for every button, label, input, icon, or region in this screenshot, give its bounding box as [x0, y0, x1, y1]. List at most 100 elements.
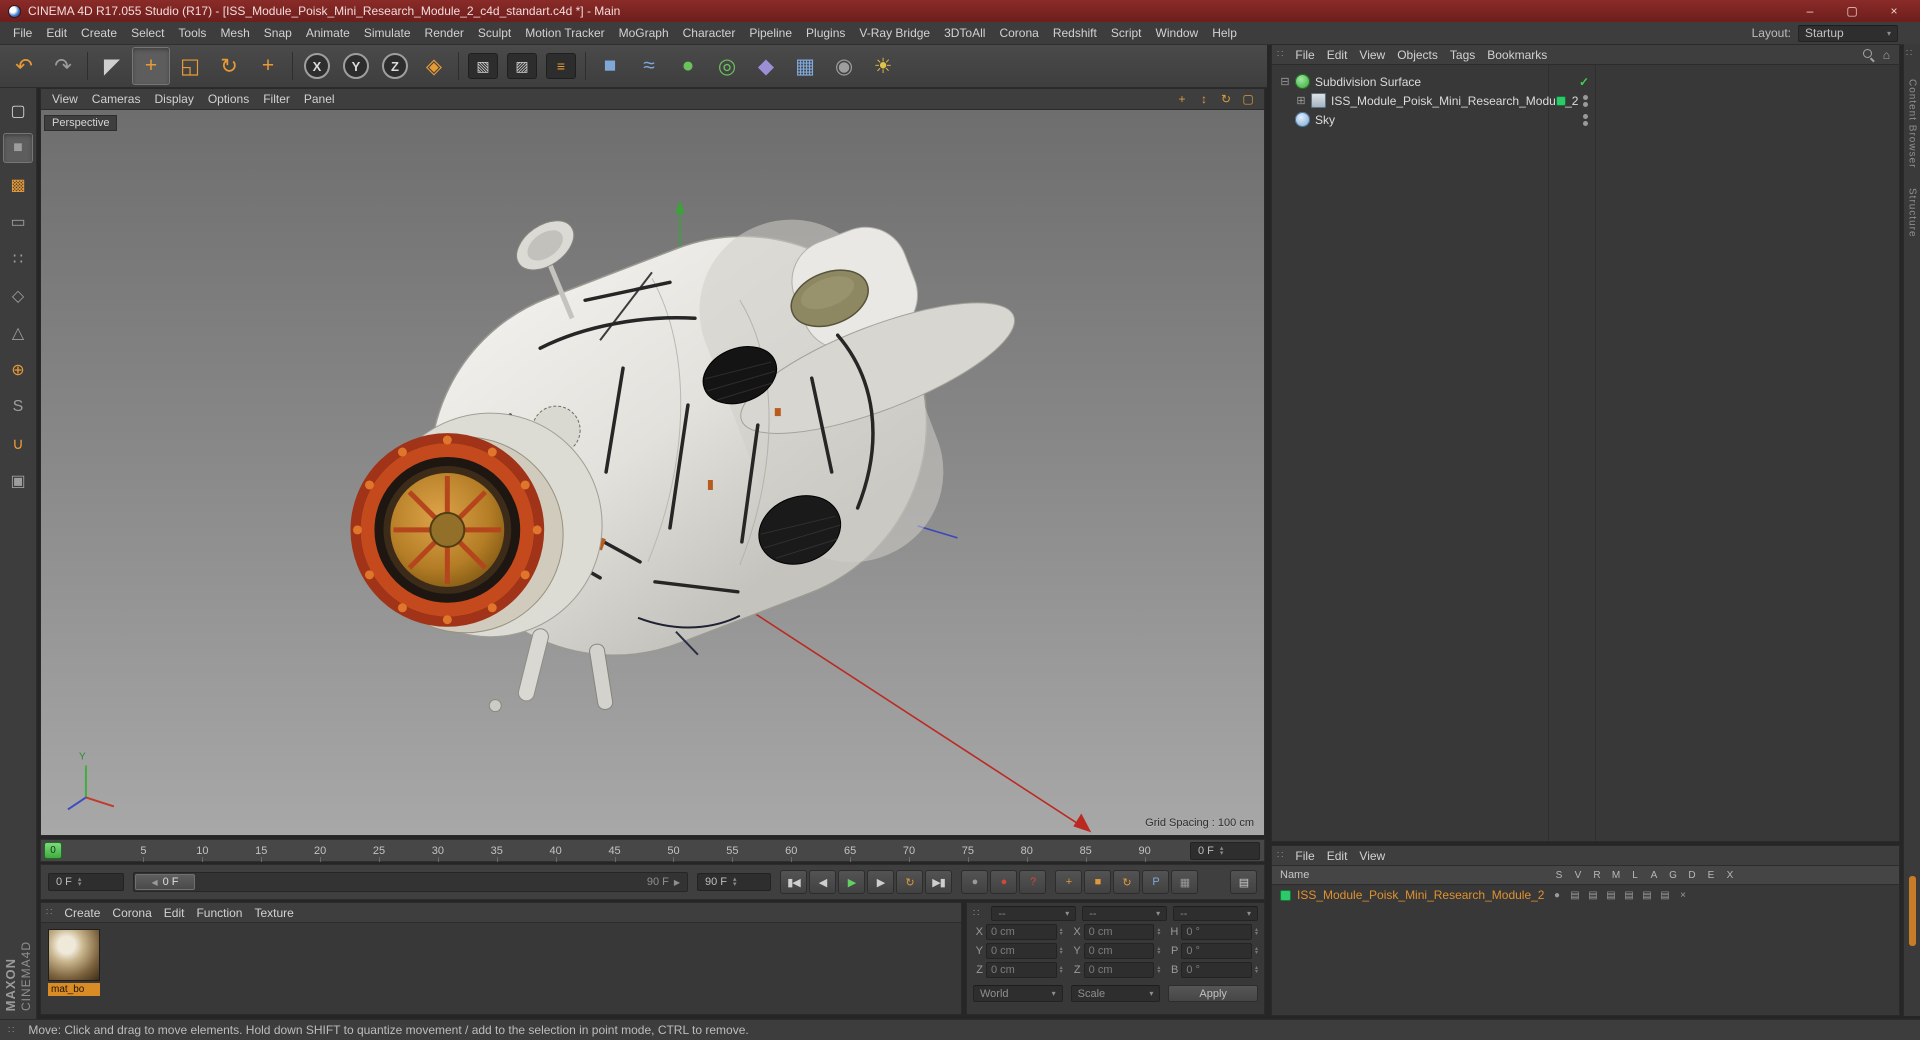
close-button[interactable]: ×: [1882, 4, 1906, 18]
go-to-end-button[interactable]: ▶▮: [925, 870, 952, 894]
power-slider-handle[interactable]: ◀ 0 F: [135, 874, 195, 890]
rotate-view-icon[interactable]: ↻: [1217, 91, 1235, 107]
spinner-arrows-icon[interactable]: ▴ ▾: [1157, 927, 1160, 937]
polygons-mode-button[interactable]: △: [3, 318, 33, 348]
object-name[interactable]: ISS_Module_Poisk_Mini_Research_Module_2: [1331, 94, 1578, 108]
viewport-menu-item[interactable]: Panel: [297, 91, 342, 107]
layer-render-toggle[interactable]: ▤: [1588, 890, 1598, 901]
add-light-button[interactable]: ☀: [864, 47, 902, 85]
viewport-menu-item[interactable]: Display: [147, 91, 200, 107]
rotation-field[interactable]: 0 °: [1181, 962, 1252, 978]
menu-item[interactable]: Character: [676, 24, 743, 42]
search-icon[interactable]: [1862, 48, 1875, 61]
menu-item[interactable]: Select: [124, 24, 171, 42]
spinner-arrows-icon[interactable]: ▴ ▾: [1060, 965, 1063, 975]
coordinate-space-dropdown[interactable]: World ▾: [973, 985, 1063, 1002]
lock-z-axis-button[interactable]: Z: [376, 47, 414, 85]
live-selection-tool[interactable]: ◤: [93, 47, 131, 85]
material-menu-item[interactable]: Corona: [106, 905, 157, 921]
object-manager-menu-item[interactable]: Tags: [1444, 47, 1481, 63]
viewport-menu-item[interactable]: Cameras: [85, 91, 148, 107]
object-name[interactable]: Subdivision Surface: [1315, 75, 1421, 89]
rotate-tool[interactable]: ↻: [210, 47, 248, 85]
layer-generators-toggle[interactable]: ▤: [1660, 890, 1670, 901]
position-field[interactable]: 0 cm: [986, 943, 1057, 959]
rotation-header-dropdown[interactable]: -- ▾: [1173, 906, 1258, 921]
dolly-view-icon[interactable]: ↕: [1195, 91, 1213, 107]
enable-axis-button[interactable]: ⊕: [3, 355, 33, 385]
viewport-menu-item[interactable]: Filter: [256, 91, 297, 107]
camera-view-label[interactable]: Perspective: [44, 115, 118, 131]
material-menu-item[interactable]: Create: [58, 905, 106, 921]
texture-mode-button[interactable]: ▩: [3, 170, 33, 200]
size-field[interactable]: 0 cm: [1083, 924, 1155, 940]
spinner-arrows-icon[interactable]: ▴ ▾: [1255, 927, 1258, 937]
layer-row[interactable]: ISS_Module_Poisk_Mini_Research_Module_2 …: [1272, 885, 1899, 905]
spinner-arrows-icon[interactable]: ▴ ▾: [1060, 927, 1063, 937]
lock-y-axis-button[interactable]: Y: [337, 47, 375, 85]
viewport-menu-item[interactable]: View: [45, 91, 85, 107]
key-scale-button[interactable]: ■: [1084, 870, 1111, 894]
add-primitive-button[interactable]: ■: [591, 47, 629, 85]
spinner-arrows-icon[interactable]: ▴ ▾: [1060, 946, 1063, 956]
layer-manager-menu-item[interactable]: Edit: [1321, 848, 1354, 864]
object-row[interactable]: Sky: [1272, 110, 1899, 129]
rotation-field[interactable]: 0 °: [1181, 943, 1252, 959]
workplane-mode-button[interactable]: ▭: [3, 207, 33, 237]
object-manager-menu-item[interactable]: Bookmarks: [1481, 47, 1553, 63]
spinner-arrows-icon[interactable]: ▴ ▾: [733, 876, 737, 888]
key-rotation-button[interactable]: ↻: [1113, 870, 1140, 894]
end-frame-spinner[interactable]: 90 F ▴ ▾: [697, 873, 771, 891]
visibility-dots-icon[interactable]: [1582, 113, 1588, 126]
timeline-ruler[interactable]: 0 5 10 15 20 25 30 35 40 45 50 55 60 65 70 75 80 85 90 0 …: [40, 839, 1265, 862]
maximize-button[interactable]: ▢: [1840, 4, 1864, 18]
scrollbar-thumb[interactable]: [1908, 876, 1916, 946]
play-button[interactable]: ▶: [838, 870, 865, 894]
spinner-arrows-icon[interactable]: ▴ ▾: [1157, 965, 1160, 975]
object-row[interactable]: ⊟ Subdivision Surface ✓: [1272, 72, 1899, 91]
expander-icon[interactable]: ⊞: [1294, 94, 1308, 107]
add-environment-button[interactable]: ▦: [786, 47, 824, 85]
object-manager-menu-item[interactable]: File: [1289, 47, 1320, 63]
material-menu-item[interactable]: Texture: [248, 905, 299, 921]
menu-item[interactable]: Script: [1104, 24, 1149, 42]
render-to-picture-viewer-button[interactable]: ▨: [503, 47, 541, 85]
menu-item[interactable]: Redshift: [1046, 24, 1104, 42]
layer-color-chip[interactable]: [1556, 95, 1567, 106]
material-menu-item[interactable]: Edit: [158, 905, 191, 921]
menu-item[interactable]: Animate: [299, 24, 357, 42]
render-view-button[interactable]: ▧: [464, 47, 502, 85]
dock-tab[interactable]: Content Browser: [1907, 79, 1918, 168]
autokey-button[interactable]: ?: [1019, 870, 1046, 894]
expander-icon[interactable]: ⊟: [1278, 75, 1292, 88]
material-name[interactable]: mat_bo: [48, 983, 100, 996]
layer-manager-menu-item[interactable]: File: [1289, 848, 1320, 864]
toggle-active-view-icon[interactable]: ▢: [1239, 91, 1257, 107]
last-used-tool[interactable]: +: [249, 47, 287, 85]
layer-manager-toggle[interactable]: ▤: [1606, 890, 1616, 901]
object-manager-menu-item[interactable]: View: [1353, 47, 1391, 63]
spinner-arrows-icon[interactable]: ▴ ▾: [78, 876, 82, 888]
current-frame-marker[interactable]: 0: [44, 842, 62, 859]
menu-item[interactable]: Motion Tracker: [518, 24, 611, 42]
viewport-solo-button[interactable]: S: [3, 392, 33, 422]
next-frame-button[interactable]: ▶: [867, 870, 894, 894]
key-selection-button[interactable]: ▦: [1171, 870, 1198, 894]
menu-item[interactable]: Pipeline: [742, 24, 799, 42]
edges-mode-button[interactable]: ◇: [3, 281, 33, 311]
spinner-arrows-icon[interactable]: ▴ ▾: [1157, 946, 1160, 956]
layer-manager-menu-item[interactable]: View: [1353, 848, 1391, 864]
menu-item[interactable]: Help: [1205, 24, 1244, 42]
pan-view-icon[interactable]: +: [1173, 91, 1191, 107]
panel-grip-icon[interactable]: ∷: [1277, 850, 1284, 861]
panel-grip-icon[interactable]: ∷: [1906, 48, 1913, 59]
loop-mode-button[interactable]: ↻: [896, 870, 923, 894]
add-deformer-button[interactable]: ◆: [747, 47, 785, 85]
position-field[interactable]: 0 cm: [986, 924, 1057, 940]
layer-animation-toggle[interactable]: ▤: [1642, 890, 1652, 901]
previous-frame-button[interactable]: ◀: [809, 870, 836, 894]
layer-name[interactable]: ISS_Module_Poisk_Mini_Research_Module_2: [1297, 888, 1544, 902]
menu-item[interactable]: Snap: [257, 24, 299, 42]
position-header-dropdown[interactable]: -- ▾: [991, 906, 1077, 921]
minimize-button[interactable]: –: [1798, 4, 1822, 18]
